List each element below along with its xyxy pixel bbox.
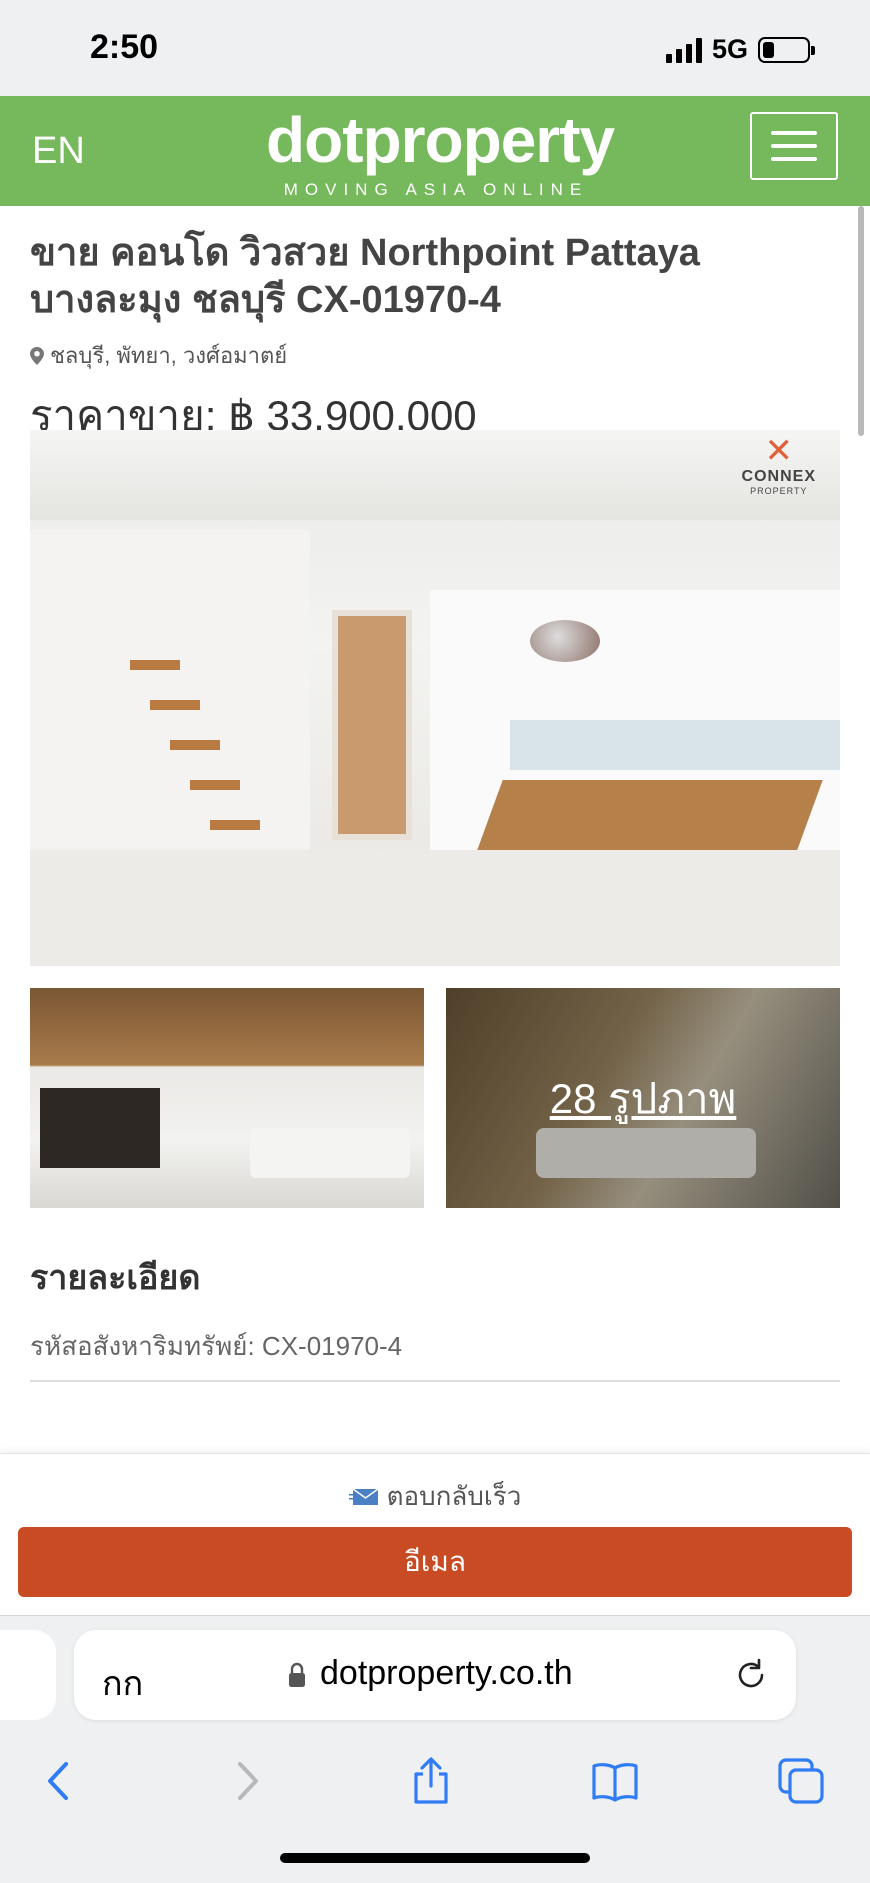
menu-icon-line — [771, 157, 817, 161]
photo-door — [332, 610, 412, 840]
lock-icon — [289, 1662, 305, 1687]
quick-reply-text: ตอบกลับเร็ว — [386, 1481, 522, 1511]
logo-text: dotproperty — [266, 104, 615, 176]
main-listing-photo[interactable]: ✕ CONNEX PROPERTY — [30, 430, 840, 966]
dotproperty-logo[interactable]: dotproperty MOVING ASIA ONLINE — [266, 104, 615, 200]
photo-pendant-lamp — [530, 620, 600, 662]
site-header: EN dotproperty MOVING ASIA ONLINE — [0, 96, 870, 206]
listing-thumbnail[interactable] — [30, 988, 424, 1208]
photo-ceiling — [30, 430, 840, 520]
signal-icon — [665, 37, 702, 63]
status-time: 2:50 — [90, 28, 159, 66]
back-icon[interactable] — [34, 1756, 84, 1806]
battery-icon — [758, 36, 815, 63]
browser-bar: กก dotproperty.co.th — [0, 1615, 870, 1883]
more-photos-thumbnail[interactable]: 28 รูปภาพ — [446, 988, 840, 1208]
photo-staircase — [130, 660, 280, 865]
photo-sofa — [250, 1128, 410, 1178]
logo-tagline: MOVING ASIA ONLINE — [283, 180, 589, 199]
tabs-icon[interactable] — [776, 1756, 826, 1806]
network-label: 5G — [711, 34, 748, 64]
connex-watermark: ✕ CONNEX PROPERTY — [742, 434, 816, 496]
connex-logo-icon: ✕ — [764, 432, 794, 470]
page-scrollbar[interactable] — [858, 206, 864, 436]
listing-summary: ขาย คอนโด วิวสวย Northpoint Pattaya บางล… — [30, 206, 840, 449]
hamburger-menu-button[interactable] — [750, 112, 838, 180]
property-reference: รหัสอสังหาริมทรัพย์: CX-01970-4 — [30, 1331, 403, 1361]
forward-icon[interactable] — [222, 1756, 272, 1806]
page-settings-button[interactable]: กก — [102, 1656, 143, 1710]
listing-location: ชลบุรี, พัทยา, วงศ์อมาตย์ — [30, 338, 840, 373]
photo-floor — [30, 850, 840, 966]
watermark-sub: PROPERTY — [750, 486, 808, 496]
envelope-icon — [348, 1487, 379, 1505]
photo-count-link[interactable]: 28 รูปภาพ — [446, 1066, 840, 1132]
map-pin-icon — [30, 346, 44, 365]
status-indicators: 5G — [665, 34, 815, 65]
browser-toolbar — [0, 1746, 870, 1816]
status-bar: 2:50 5G — [0, 0, 870, 96]
location-text: ชลบุรี, พัทยา, วงศ์อมาตย์ — [50, 343, 288, 368]
email-button[interactable]: อีเมล — [18, 1527, 852, 1597]
listing-title: ขาย คอนโด วิวสวย Northpoint Pattaya บางล… — [30, 232, 700, 321]
photo-dining-table — [477, 780, 823, 850]
previous-tab[interactable] — [0, 1630, 56, 1720]
photo-tv-unit — [40, 1088, 160, 1168]
share-icon[interactable] — [406, 1756, 456, 1806]
menu-icon-line — [771, 131, 817, 135]
contact-bar: ตอบกลับเร็ว อีเมล — [0, 1453, 870, 1615]
quick-reply-badge: ตอบกลับเร็ว — [0, 1476, 870, 1517]
divider — [30, 1380, 840, 1382]
bookmarks-icon[interactable] — [590, 1756, 640, 1806]
home-indicator — [280, 1853, 590, 1863]
url-text: dotproperty.co.th — [320, 1654, 573, 1692]
language-switch[interactable]: EN — [32, 130, 85, 173]
address-bar[interactable]: กก dotproperty.co.th — [74, 1630, 796, 1720]
watermark-name: CONNEX — [741, 468, 816, 485]
menu-icon-line — [771, 144, 817, 148]
details-heading: รายละเอียด — [30, 1259, 201, 1297]
reload-icon[interactable] — [732, 1656, 770, 1694]
photo-backsplash — [510, 720, 840, 770]
